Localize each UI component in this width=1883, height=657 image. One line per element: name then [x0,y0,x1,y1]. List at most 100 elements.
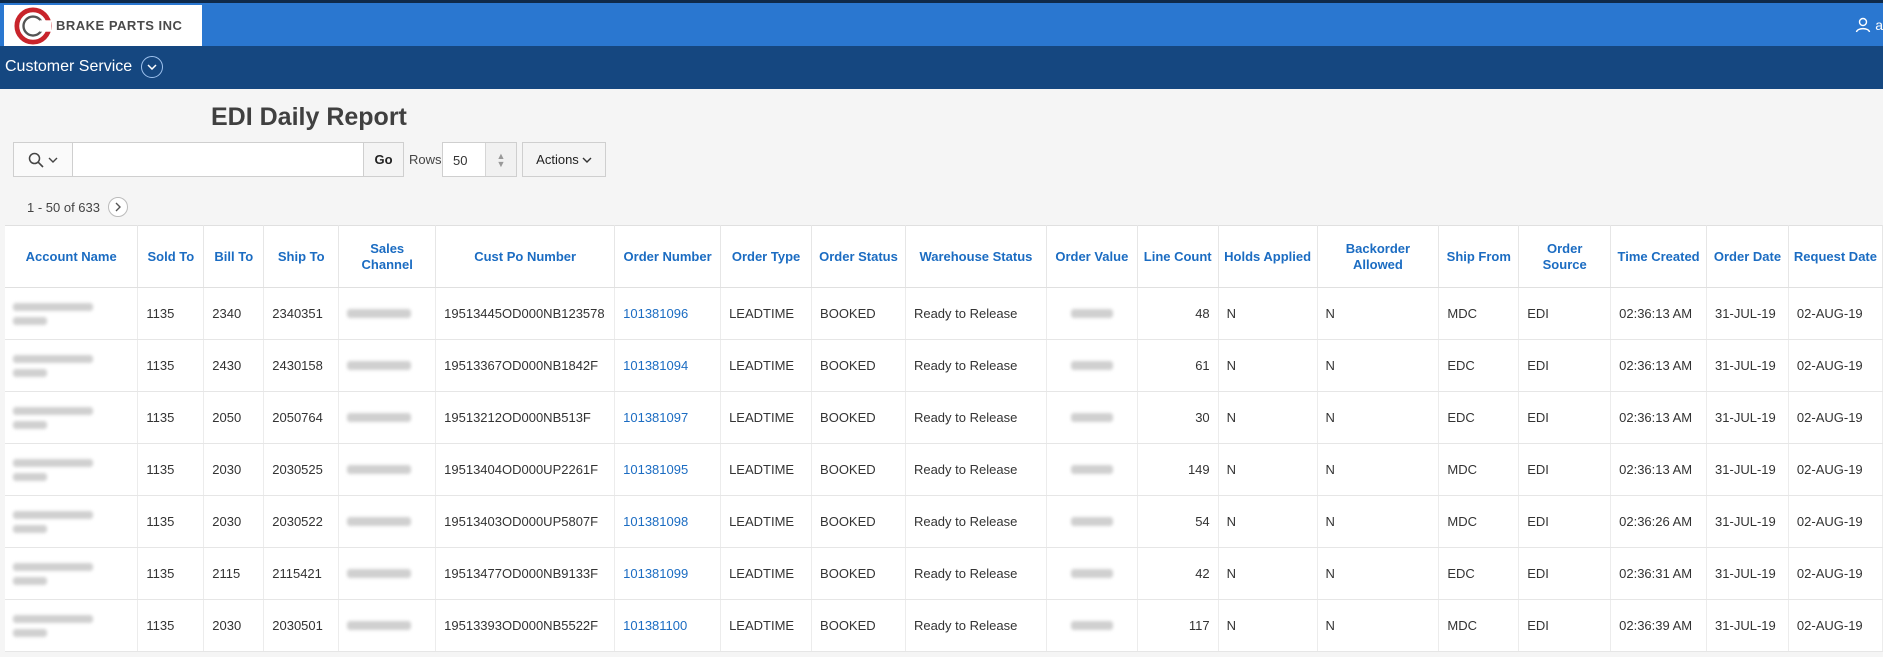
order-number-link[interactable]: 101381094 [623,358,688,373]
line-count-cell: 48 [1137,287,1219,340]
redacted-text [347,412,412,422]
column-header[interactable]: Bill To [203,225,265,288]
order-number-link[interactable]: 101381100 [623,618,687,633]
order-number-link[interactable]: 101381095 [623,462,688,477]
redacted-text [1070,412,1113,422]
search-input[interactable] [72,142,364,177]
brake-logo-icon [14,6,52,45]
holds-applied-cell: N [1218,547,1318,600]
time-created-cell: 02:36:26 AM [1610,495,1708,548]
order-date-cell: 31-JUL-19 [1706,443,1789,496]
holds-applied-cell: N [1218,339,1318,392]
redacted-text [1070,516,1113,526]
cust-po-cell: 19513404OD000UP2261F [435,443,616,496]
time-created-cell: 02:36:13 AM [1610,287,1708,340]
ship-to-cell: 2430158 [263,339,340,392]
column-header[interactable]: Holds Applied [1218,225,1318,288]
company-logo[interactable]: BRAKE PARTS INC [4,5,202,46]
line-count-cell: 149 [1137,443,1219,496]
column-header[interactable]: Order Number [614,225,722,288]
sold-to-cell: 1135 [137,339,205,392]
column-header[interactable]: Backorder Allowed [1317,225,1440,288]
select-arrows-icon: ▲ ▼ [485,143,516,176]
column-header[interactable]: Order Type [720,225,813,288]
order-number-cell: 101381094 [614,339,722,392]
account-name-cell [5,495,139,548]
actions-menu-button[interactable]: Actions [522,142,606,177]
order-source-cell: EDI [1518,547,1612,600]
order-value-cell [1046,599,1138,652]
redacted-text [347,620,412,630]
redacted-text [13,458,129,481]
line-count-cell: 117 [1137,599,1219,652]
table-row: 1135 2050 2050764 19513212OD000NB513F 10… [5,391,1883,444]
column-header[interactable]: Order Source [1518,225,1612,288]
column-header[interactable]: Order Status [811,225,906,288]
column-header[interactable]: Ship From [1438,225,1520,288]
redacted-text [1070,360,1113,370]
order-source-cell: EDI [1518,599,1612,652]
order-status-cell: BOOKED [811,547,906,600]
order-number-link[interactable]: 101381098 [623,514,688,529]
order-type-cell: LEADTIME [720,391,813,444]
bill-to-cell: 2430 [203,339,265,392]
column-header[interactable]: Order Value [1046,225,1138,288]
cust-po-cell: 19513212OD000NB513F [435,391,616,444]
nav-item-label: Customer Service [5,58,133,75]
column-header[interactable]: Order Date [1706,225,1789,288]
column-header[interactable]: Time Created [1610,225,1708,288]
column-header[interactable]: Sold To [137,225,205,288]
warehouse-status-cell: Ready to Release [905,443,1047,496]
column-header[interactable]: Account Name [5,225,139,288]
go-button[interactable]: Go [363,142,404,177]
backorder-allowed-cell: N [1317,339,1440,392]
order-type-cell: LEADTIME [720,287,813,340]
cust-po-cell: 19513393OD000NB5522F [435,599,616,652]
sales-channel-cell [338,443,437,496]
redacted-text [347,516,412,526]
request-date-cell: 02-AUG-19 [1788,339,1883,392]
ship-to-cell: 2115421 [263,547,340,600]
order-type-cell: LEADTIME [720,547,813,600]
backorder-allowed-cell: N [1317,547,1440,600]
redacted-text [347,308,412,318]
order-value-cell [1046,495,1138,548]
table-row: 1135 2030 2030525 19513404OD000UP2261F 1… [5,443,1883,496]
warehouse-status-cell: Ready to Release [905,599,1047,652]
order-value-cell [1046,287,1138,340]
chevron-down-icon[interactable] [141,56,164,78]
ship-to-cell: 2050764 [263,391,340,444]
request-date-cell: 02-AUG-19 [1788,443,1883,496]
rows-per-page-select[interactable]: 50 ▲ ▼ [442,142,517,177]
user-icon [1856,17,1871,33]
ship-from-cell: EDC [1438,547,1520,600]
ship-from-cell: MDC [1438,443,1520,496]
nav-item-customer-service[interactable]: Customer Service [5,56,164,78]
next-page-button[interactable] [108,197,128,217]
order-status-cell: BOOKED [811,287,906,340]
chevron-down-icon [48,157,58,163]
user-menu[interactable]: a [1855,17,1883,33]
column-header[interactable]: Cust Po Number [435,225,616,288]
request-date-cell: 02-AUG-19 [1788,599,1883,652]
column-header[interactable]: Ship To [263,225,340,288]
column-header[interactable]: Line Count [1137,225,1219,288]
warehouse-status-cell: Ready to Release [905,391,1047,444]
ship-to-cell: 2340351 [263,287,340,340]
line-count-cell: 30 [1137,391,1219,444]
backorder-allowed-cell: N [1317,287,1440,340]
sales-channel-cell [338,391,437,444]
column-header[interactable]: Request Date [1788,225,1883,288]
order-number-link[interactable]: 101381096 [623,306,688,321]
search-column-button[interactable] [13,142,73,177]
table-row: 1135 2340 2340351 19513445OD000NB123578 … [5,287,1883,340]
pagination-range: 1 - 50 of 633 [27,199,100,215]
order-number-cell: 101381099 [614,547,722,600]
order-value-cell [1046,339,1138,392]
column-header[interactable]: Sales Channel [338,225,437,288]
order-status-cell: BOOKED [811,443,906,496]
order-number-link[interactable]: 101381099 [623,566,688,581]
account-name-cell [5,287,139,340]
order-number-link[interactable]: 101381097 [623,410,688,425]
column-header[interactable]: Warehouse Status [905,225,1047,288]
